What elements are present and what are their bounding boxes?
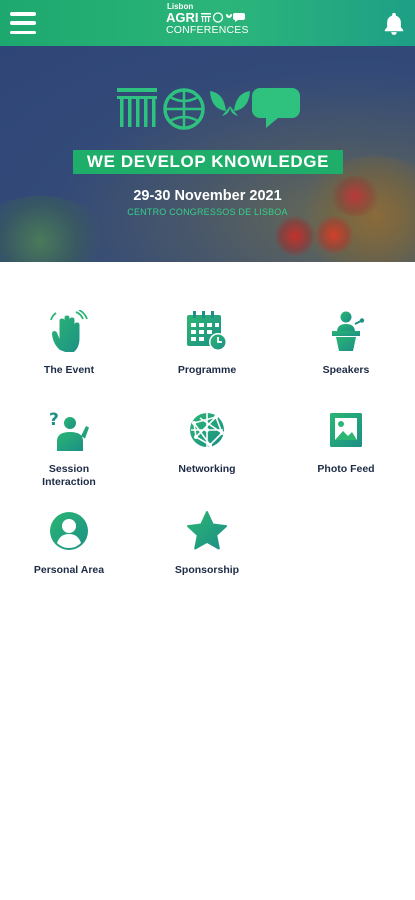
photo-icon — [330, 413, 362, 447]
tile-session-interaction[interactable]: ? Session Interaction — [0, 409, 138, 489]
hamburger-menu-icon[interactable] — [10, 12, 36, 34]
tile-speakers[interactable]: Speakers — [277, 310, 415, 377]
tile-label: Networking — [178, 463, 236, 475]
tile-programme[interactable]: Programme — [138, 310, 276, 377]
tile-label: Sponsorship — [174, 564, 240, 576]
event-venue: CENTRO CONGRESSOS DE LISBOA — [127, 207, 288, 217]
tile-label: Programme — [177, 364, 237, 376]
logo-agri: AGRI — [166, 10, 199, 25]
logo-conferences: CONFERENCES — [166, 24, 249, 36]
tile-label: Photo Feed — [317, 463, 375, 475]
tile-label: Personal Area — [33, 564, 105, 576]
star-icon — [187, 511, 227, 550]
hero-tagline: WE DEVELOP KNOWLEDGE — [73, 150, 343, 174]
tile-personal-area[interactable]: Personal Area — [0, 510, 138, 577]
tile-label: Speakers — [322, 364, 370, 376]
user-avatar-icon — [50, 512, 88, 550]
tile-label: Session Interaction — [42, 463, 96, 488]
logo-glyphs-icon — [200, 12, 245, 23]
bell-icon[interactable] — [383, 11, 405, 35]
calendar-clock-icon — [187, 311, 227, 351]
tile-the-event[interactable]: The Event — [0, 310, 138, 377]
hero-brand-icons — [117, 88, 300, 130]
tile-networking[interactable]: Networking — [138, 409, 276, 476]
speaker-podium-icon — [332, 311, 365, 351]
waving-hand-icon — [50, 310, 88, 352]
svg-text:?: ? — [49, 410, 59, 430]
tile-sponsorship[interactable]: Sponsorship — [138, 510, 276, 577]
hero-banner: WE DEVELOP KNOWLEDGE 29-30 November 2021… — [0, 46, 415, 262]
app-header: Lisbon AGRI CONFERENCES — [0, 0, 415, 46]
event-date: 29-30 November 2021 — [133, 188, 282, 204]
question-person-icon: ? — [49, 410, 89, 451]
app-logo: Lisbon AGRI CONFERENCES — [150, 3, 270, 43]
network-globe-icon — [190, 413, 224, 447]
tile-photo-feed[interactable]: Photo Feed — [277, 409, 415, 476]
tile-label: The Event — [43, 364, 95, 376]
